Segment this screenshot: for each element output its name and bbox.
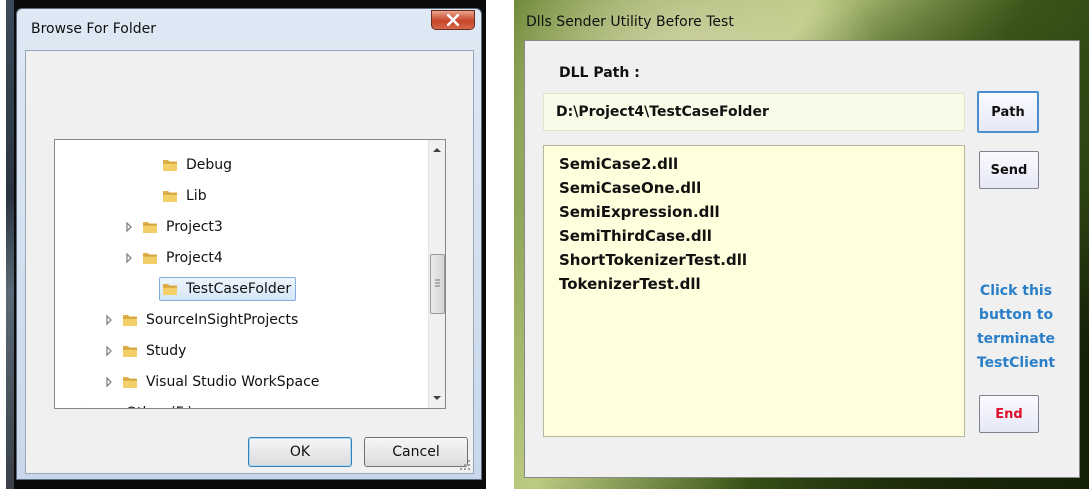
tree-item[interactable]: Visual Studio WorkSpace (101, 369, 324, 395)
expand-spacer (141, 281, 157, 297)
end-hint-text: Click this button to terminate TestClient (971, 279, 1061, 375)
tree-item[interactable]: SourceInSightProjects (101, 307, 303, 333)
end-button[interactable]: End (979, 395, 1039, 433)
dll-list-item[interactable]: TokenizerTest.dll (559, 272, 964, 296)
ok-button[interactable]: OK (248, 437, 352, 467)
folder-icon (142, 250, 166, 266)
tree-item-label: Lib (186, 188, 207, 204)
folder-icon (162, 281, 186, 297)
scrollbar-thumb[interactable] (430, 254, 445, 314)
scroll-down-arrow-icon[interactable] (429, 390, 445, 406)
folder-icon (122, 343, 146, 359)
tree-item-body[interactable]: SourceInSightProjects (119, 308, 303, 332)
expand-arrow-icon[interactable] (101, 312, 117, 328)
close-button[interactable] (431, 10, 475, 30)
tree-item[interactable]: Other (F:) (81, 400, 198, 408)
scroll-grip-icon (435, 279, 440, 287)
tree-item-label: Study (146, 343, 187, 359)
desktop-background-strip (6, 0, 14, 489)
end-hint-line: terminate (976, 331, 1056, 347)
dll-list-item[interactable]: ShortTokenizerTest.dll (559, 248, 964, 272)
folder-icon (122, 312, 146, 328)
dialog-client-area: Debug Lib Project3 Project4 TestCaseFolder So… (25, 50, 474, 474)
tree-item-body[interactable]: Debug (159, 153, 237, 177)
dll-sender-window: Dlls Sender Utility Before Test DLL Path… (514, 0, 1089, 489)
tree-item-label: Visual Studio WorkSpace (146, 374, 320, 390)
dll-list-item[interactable]: SemiCaseOne.dll (559, 176, 964, 200)
expand-arrow-icon[interactable] (101, 343, 117, 359)
expand-arrow-icon[interactable] (81, 405, 97, 408)
tree-item[interactable]: Project4 (121, 245, 228, 271)
dll-file-list[interactable]: SemiCase2.dll SemiCaseOne.dll SemiExpressi… (543, 145, 965, 437)
tree-item-body[interactable]: Study (119, 339, 191, 363)
dll-list-item[interactable]: SemiExpression.dll (559, 200, 964, 224)
scroll-up-arrow-icon[interactable] (429, 142, 445, 158)
tree-item-label: SourceInSightProjects (146, 312, 299, 328)
end-hint-line: Click this (979, 283, 1053, 299)
expand-spacer (141, 157, 157, 173)
tree-item-body[interactable]: Project3 (139, 215, 228, 239)
end-hint-line: TestClient (976, 355, 1056, 371)
tree-item[interactable]: Debug (141, 152, 237, 178)
folder-icon (162, 157, 186, 173)
window-client-area: DLL Path : D:\Project4\TestCaseFolder Pa… (524, 40, 1080, 478)
browse-folder-dialog: Browse For Folder Debug Lib Project3 Projec… (16, 8, 482, 480)
tree-item[interactable]: Lib (141, 183, 212, 209)
tree-item-body[interactable]: Visual Studio WorkSpace (119, 370, 324, 394)
window-title: Dlls Sender Utility Before Test (526, 14, 734, 30)
tree-item[interactable]: Project3 (121, 214, 228, 240)
tree-item-label: Debug (186, 157, 233, 173)
expand-arrow-icon[interactable] (101, 374, 117, 390)
tree-item-label: Other (F:) (126, 405, 193, 408)
tree-item-body[interactable]: Lib (159, 184, 212, 208)
send-button[interactable]: Send (979, 151, 1039, 189)
tree-item-label: Project3 (166, 219, 223, 235)
resize-grip-icon[interactable] (459, 459, 471, 471)
vertical-scrollbar[interactable] (428, 140, 445, 408)
folder-tree[interactable]: Debug Lib Project3 Project4 TestCaseFolder So… (54, 139, 446, 409)
tree-item[interactable]: Study (101, 338, 191, 364)
expand-spacer (141, 188, 157, 204)
tree-item-label: TestCaseFolder (186, 281, 292, 297)
folder-icon (142, 219, 166, 235)
browse-folder-window: Browse For Folder Debug Lib Project3 Projec… (6, 0, 486, 489)
dll-path-field[interactable]: D:\Project4\TestCaseFolder (543, 93, 965, 131)
dialog-title: Browse For Folder (31, 21, 157, 37)
dll-list-item[interactable]: SemiThirdCase.dll (559, 224, 964, 248)
tree-item-body[interactable]: TestCaseFolder (159, 277, 297, 301)
expand-arrow-icon[interactable] (121, 219, 137, 235)
tree-item-body[interactable]: Other (F:) (99, 401, 198, 408)
end-hint-line: button to (978, 307, 1054, 323)
folder-icon (122, 374, 146, 390)
tree-item-body[interactable]: Project4 (139, 246, 228, 270)
close-icon (447, 14, 459, 26)
dll-path-label: DLL Path : (559, 65, 640, 81)
tree-item-label: Project4 (166, 250, 223, 266)
path-button[interactable]: Path (977, 91, 1039, 133)
folder-icon (162, 188, 186, 204)
tree-item[interactable]: TestCaseFolder (141, 276, 297, 302)
cancel-button[interactable]: Cancel (364, 437, 468, 467)
dll-list-item[interactable]: SemiCase2.dll (559, 152, 964, 176)
expand-arrow-icon[interactable] (121, 250, 137, 266)
drive-icon (102, 405, 126, 408)
